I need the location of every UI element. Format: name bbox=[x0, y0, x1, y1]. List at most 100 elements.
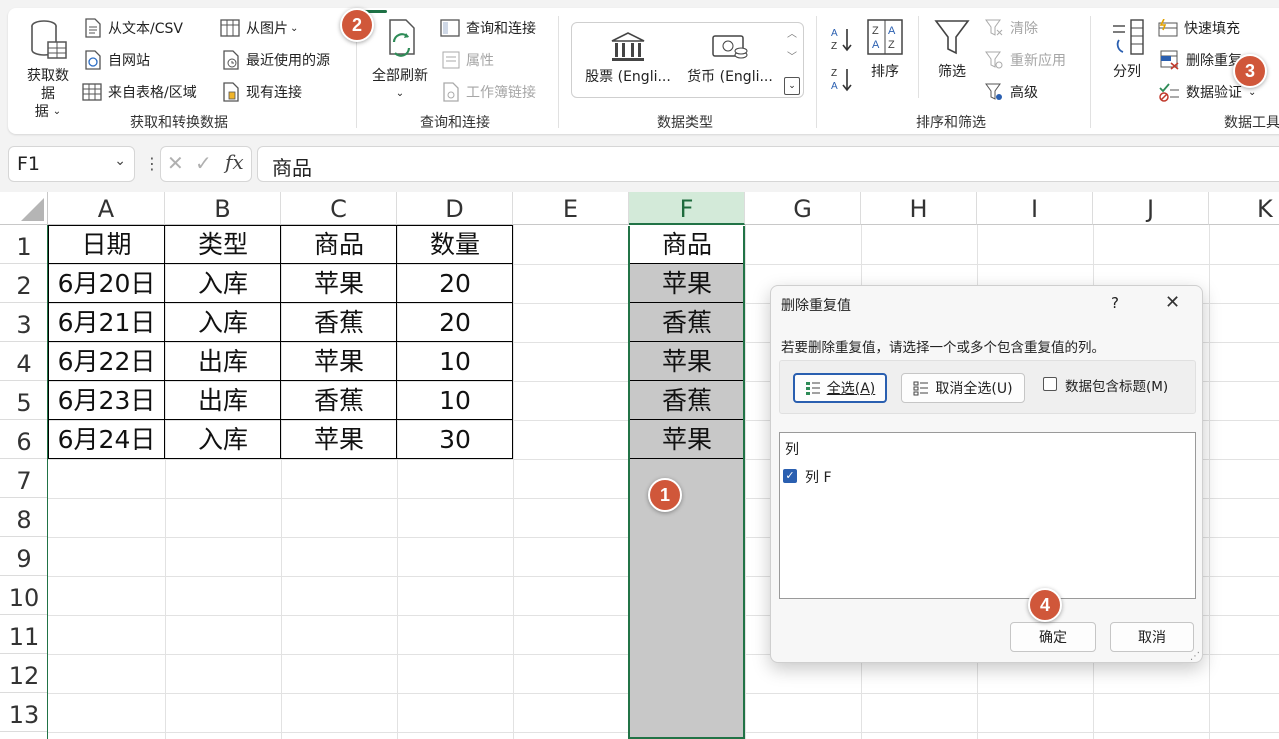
column-header-b[interactable]: B bbox=[165, 192, 281, 225]
formula-input[interactable]: 商品 bbox=[257, 146, 1279, 182]
remove-duplicates-button[interactable]: 删除重复 bbox=[1160, 50, 1242, 70]
row-header-3[interactable]: 3 bbox=[0, 303, 48, 342]
column-header-h[interactable]: H bbox=[861, 192, 977, 225]
table-cell[interactable]: 苹果 bbox=[281, 264, 397, 303]
table-cell[interactable]: 6月24日 bbox=[48, 420, 165, 459]
table-cell[interactable]: 20 bbox=[397, 264, 513, 303]
table-cell[interactable]: 入库 bbox=[165, 303, 281, 342]
row-header-8[interactable]: 8 bbox=[0, 498, 48, 537]
row-header-13[interactable]: 13 bbox=[0, 693, 48, 732]
table-cell[interactable]: 入库 bbox=[165, 264, 281, 303]
stocks-button[interactable]: 股票 (Engli... bbox=[578, 31, 678, 86]
gallery-more-icon[interactable]: ⌄ bbox=[784, 77, 800, 95]
table-cell[interactable]: 香蕉 bbox=[281, 381, 397, 420]
table-cell[interactable]: 出库 bbox=[165, 342, 281, 381]
group-separator bbox=[1090, 16, 1091, 128]
row-header-1[interactable]: 1 bbox=[0, 225, 48, 264]
flash-fill-button[interactable]: 快速填充 bbox=[1158, 18, 1240, 38]
table-cell[interactable]: 苹果 bbox=[281, 420, 397, 459]
table-cell[interactable]: 10 bbox=[397, 342, 513, 381]
row-header-10[interactable]: 10 bbox=[0, 576, 48, 615]
has-headers-checkbox[interactable] bbox=[1043, 377, 1057, 391]
col-f-cell[interactable]: 香蕉 bbox=[629, 303, 745, 342]
select-all-button[interactable]: 全选(A) bbox=[793, 373, 887, 403]
ok-button[interactable]: 确定 bbox=[1010, 622, 1096, 652]
columns-list[interactable] bbox=[779, 432, 1196, 599]
column-header-g[interactable]: G bbox=[745, 192, 861, 225]
row-header-6[interactable]: 6 bbox=[0, 420, 48, 459]
properties-button[interactable]: 属性 bbox=[442, 50, 494, 70]
from-picture-button[interactable]: 从图片 ⌄ bbox=[220, 18, 298, 38]
col-f-cell[interactable]: 香蕉 bbox=[629, 381, 745, 420]
col-f-cell[interactable]: 商品 bbox=[629, 225, 745, 264]
workbook-links-button[interactable]: 工作簿链接 bbox=[442, 82, 536, 102]
table-cell[interactable]: 6月21日 bbox=[48, 303, 165, 342]
existing-connections-button[interactable]: 现有连接 bbox=[222, 82, 302, 102]
get-data-button[interactable]: 获取数据 据 ⌄ bbox=[22, 18, 74, 121]
filter-button[interactable]: 筛选 bbox=[928, 18, 976, 81]
sort-descending-button[interactable]: ZA bbox=[830, 66, 854, 92]
column-header-d[interactable]: D bbox=[397, 192, 513, 225]
row-header-9[interactable]: 9 bbox=[0, 537, 48, 576]
gallery-scroll[interactable]: ︿ ﹀ ⌄ bbox=[783, 25, 801, 95]
close-icon[interactable]: ✕ bbox=[1165, 292, 1180, 313]
formula-bar-grip-icon[interactable]: ⋮ bbox=[144, 154, 160, 173]
unselect-all-button[interactable]: 取消全选(U) bbox=[901, 373, 1025, 403]
table-cell[interactable]: 20 bbox=[397, 303, 513, 342]
help-button[interactable]: ? bbox=[1111, 294, 1119, 312]
row-header-7[interactable]: 7 bbox=[0, 459, 48, 498]
table-cell[interactable]: 30 bbox=[397, 420, 513, 459]
table-cell[interactable]: 6月20日 bbox=[48, 264, 165, 303]
column-header-c[interactable]: C bbox=[281, 192, 397, 225]
column-header-j[interactable]: J bbox=[1093, 192, 1209, 225]
sort-button[interactable]: ZAAZ 排序 bbox=[864, 18, 906, 81]
resize-grip-icon[interactable]: ⋰ bbox=[1190, 651, 1200, 662]
chevron-down-icon[interactable]: ⌄ bbox=[114, 153, 126, 169]
confirm-entry-icon[interactable]: ✓ bbox=[195, 151, 212, 175]
chevron-down-icon[interactable]: ﹀ bbox=[783, 48, 801, 63]
reapply-button[interactable]: 重新应用 bbox=[984, 50, 1066, 70]
from-table-button[interactable]: 来自表格/区域 bbox=[82, 82, 197, 102]
col-f-cell[interactable]: 苹果 bbox=[629, 420, 745, 459]
cancel-entry-icon[interactable]: ✕ bbox=[167, 151, 184, 175]
table-cell[interactable]: 6月23日 bbox=[48, 381, 165, 420]
column-header-f[interactable]: F bbox=[629, 192, 745, 225]
row-header-11[interactable]: 11 bbox=[0, 615, 48, 654]
column-header-e[interactable]: E bbox=[513, 192, 629, 225]
table-cell[interactable]: 苹果 bbox=[281, 342, 397, 381]
column-f-checkbox[interactable]: ✓ bbox=[783, 469, 797, 483]
clear-button[interactable]: 清除 bbox=[984, 18, 1038, 38]
cancel-button[interactable]: 取消 bbox=[1110, 622, 1194, 652]
recent-sources-button[interactable]: 最近使用的源 bbox=[222, 50, 330, 70]
chevron-up-icon[interactable]: ︿ bbox=[783, 25, 801, 40]
sort-ascending-button[interactable]: AZ bbox=[830, 26, 854, 52]
name-box[interactable]: F1 ⌄ bbox=[8, 146, 135, 182]
column-header-a[interactable]: A bbox=[48, 192, 165, 225]
col-f-cell[interactable]: 苹果 bbox=[629, 264, 745, 303]
refresh-all-button[interactable]: 全部刷新 ⌄ bbox=[364, 18, 436, 103]
table-header-cell[interactable]: 日期 bbox=[48, 225, 165, 264]
row-header-12[interactable]: 12 bbox=[0, 654, 48, 693]
queries-connections-button[interactable]: 查询和连接 bbox=[440, 18, 536, 38]
row-header-4[interactable]: 4 bbox=[0, 342, 48, 381]
advanced-button[interactable]: 高级 bbox=[984, 82, 1038, 102]
text-to-columns-button[interactable]: 分列 bbox=[1104, 18, 1150, 81]
row-header-5[interactable]: 5 bbox=[0, 381, 48, 420]
table-cell[interactable]: 入库 bbox=[165, 420, 281, 459]
table-cell[interactable]: 10 bbox=[397, 381, 513, 420]
column-header-k[interactable]: K bbox=[1209, 192, 1279, 225]
col-f-cell[interactable]: 苹果 bbox=[629, 342, 745, 381]
table-cell[interactable]: 出库 bbox=[165, 381, 281, 420]
from-web-button[interactable]: 自网站 bbox=[84, 50, 150, 70]
table-cell[interactable]: 6月22日 bbox=[48, 342, 165, 381]
from-text-csv-button[interactable]: 从文本/CSV bbox=[84, 18, 183, 38]
currencies-button[interactable]: 货币 (Engli... bbox=[680, 31, 780, 86]
table-cell[interactable]: 香蕉 bbox=[281, 303, 397, 342]
table-header-cell[interactable]: 数量 bbox=[397, 225, 513, 264]
table-header-cell[interactable]: 类型 bbox=[165, 225, 281, 264]
row-header-2[interactable]: 2 bbox=[0, 264, 48, 303]
table-header-cell[interactable]: 商品 bbox=[281, 225, 397, 264]
column-header-i[interactable]: I bbox=[977, 192, 1093, 225]
select-all-corner[interactable] bbox=[0, 192, 48, 225]
insert-function-icon[interactable]: fx bbox=[225, 150, 244, 174]
